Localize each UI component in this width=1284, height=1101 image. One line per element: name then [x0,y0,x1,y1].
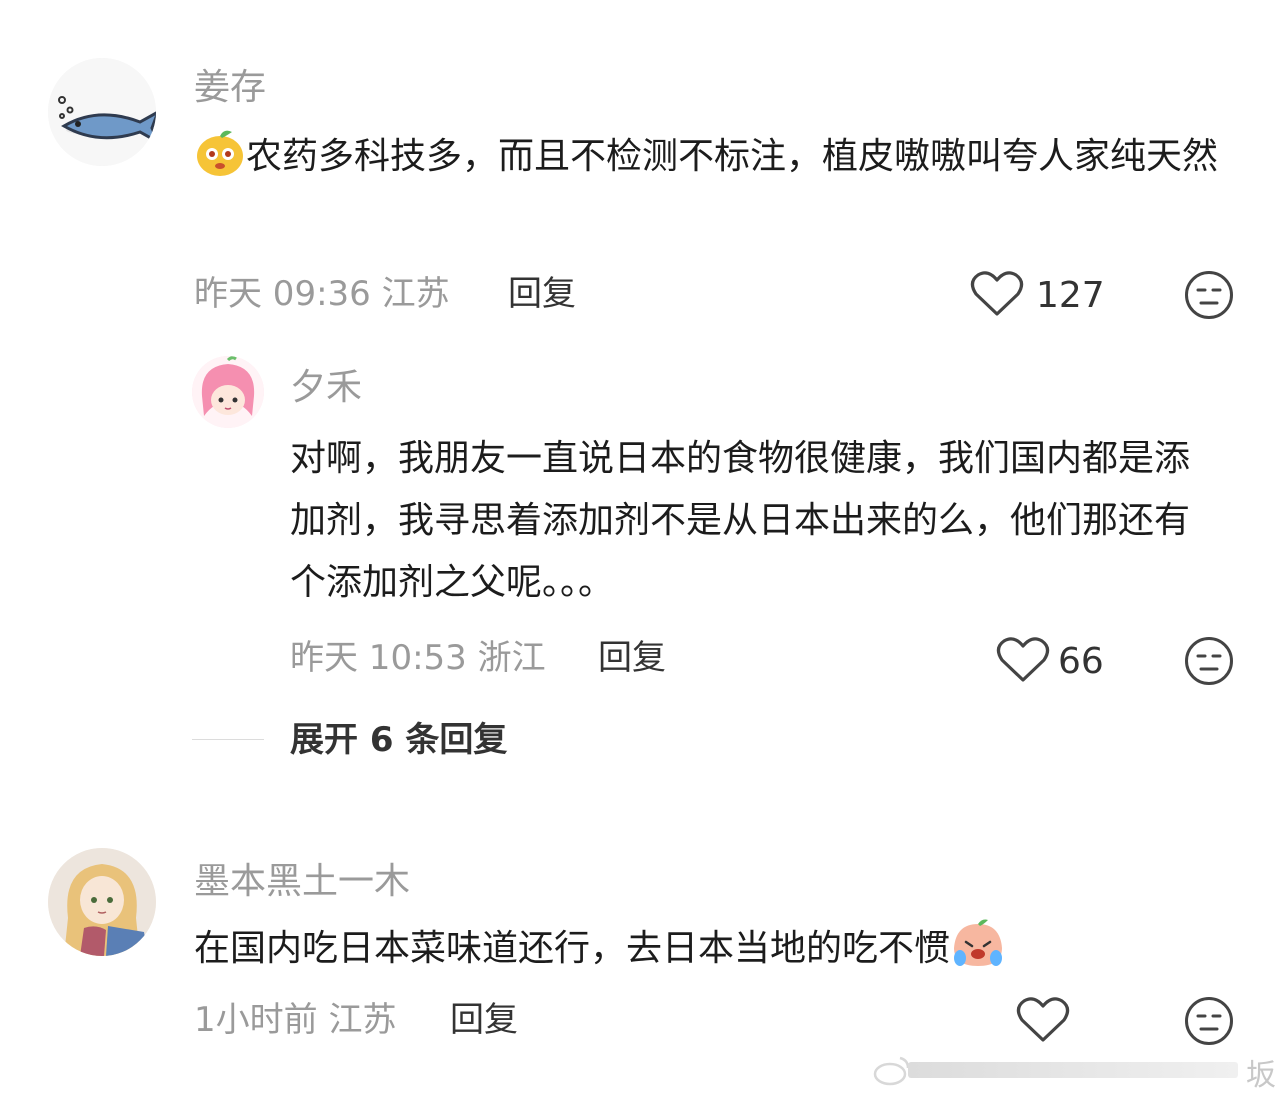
heart-icon [1016,997,1070,1042]
comment-text: 对啊，我朋友一直说日本的食物很健康，我们国内都是添加剂，我寻思着添加剂不是从日本… [290,438,1191,603]
heart-icon [996,637,1050,682]
like-button[interactable] [1016,996,1072,1046]
comment-meta: 昨天 09:36 江苏 [194,274,450,314]
crying-peach-emoji-icon [950,918,1003,970]
comment-username[interactable]: 墨本黑土一木 [194,860,410,904]
pink-hair-girl-avatar-icon [192,356,264,428]
comment-username[interactable]: 姜存 [194,66,266,110]
reply-button[interactable]: 回复 [508,272,576,316]
comment-meta: 1小时前 江苏 [194,1000,397,1040]
expressionless-face-icon [1185,637,1233,685]
comment-text: 农药多科技多，而且不检测不标注，植皮嗷嗷叫夸人家纯天然 [194,126,1224,188]
watermark-bar [908,1062,1238,1078]
comment-meta: 昨天 10:53 浙江 [290,638,546,678]
comment-body: 在国内吃日本菜味道还行，去日本当地的吃不惯 [194,928,951,969]
weibo-logo-icon [873,1056,910,1086]
orange-face-emoji-icon [194,126,246,178]
expand-replies-button[interactable]: 展开 6 条回复 [290,718,507,762]
like-button[interactable] [970,270,1026,320]
like-count: 127 [1036,275,1105,316]
avatar[interactable] [48,848,156,956]
like-button[interactable] [996,636,1052,686]
avatar[interactable] [192,356,264,428]
watermark: 坂 [872,1048,1284,1093]
comment-text: 在国内吃日本菜味道还行，去日本当地的吃不惯 [194,918,1224,980]
expressionless-face-icon [1185,997,1233,1045]
expressionless-face-icon [1185,271,1233,319]
comment-username[interactable]: 夕禾 [290,366,362,410]
like-count: 66 [1058,641,1104,682]
dislike-button[interactable] [1184,270,1234,320]
watermark-text: 坂 [1246,1058,1276,1093]
avatar[interactable] [48,58,156,166]
dislike-button[interactable] [1184,996,1234,1046]
reply-button[interactable]: 回复 [450,998,518,1042]
reply-button[interactable]: 回复 [598,636,666,680]
comment-body: 农药多科技多，而且不检测不标注，植皮嗷嗷叫夸人家纯天然 [246,136,1219,177]
fish-avatar-icon [48,58,156,166]
dislike-button[interactable] [1184,636,1234,686]
anime-girl-avatar-icon [48,848,156,956]
expand-divider [192,739,264,740]
heart-icon [970,271,1024,316]
